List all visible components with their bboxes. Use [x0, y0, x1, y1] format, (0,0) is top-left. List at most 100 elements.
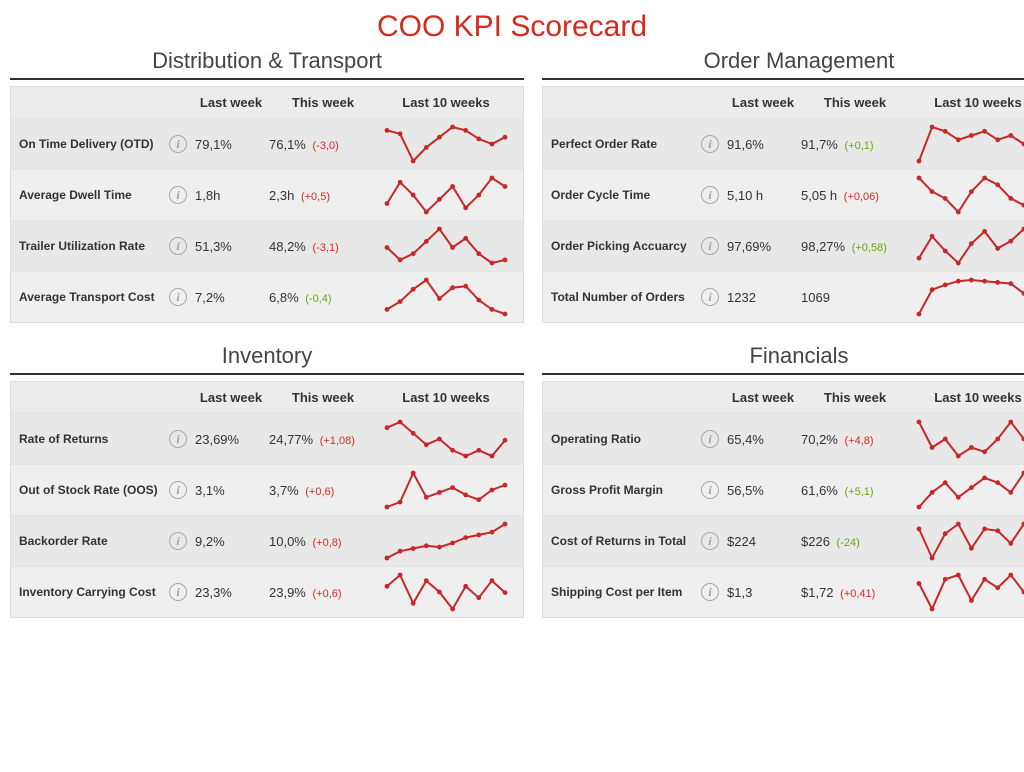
kpi-sparkline: [377, 276, 515, 318]
kpi-this-week: 91,7% (+0,1): [799, 137, 909, 152]
kpi-delta: (+0,41): [840, 588, 875, 600]
sparkline-chart: [383, 469, 509, 511]
kpi-sparkline: [377, 123, 515, 165]
kpi-this-week: 1069: [799, 290, 909, 305]
kpi-delta: (-0,4): [305, 293, 331, 305]
info-icon[interactable]: i: [169, 583, 187, 601]
info-icon[interactable]: i: [169, 288, 187, 306]
info-icon[interactable]: i: [701, 288, 719, 306]
kpi-this-week: 2,3h (+0,5): [267, 188, 377, 203]
kpi-this-week: 98,27% (+0,58): [799, 239, 909, 254]
kpi-sparkline: [909, 571, 1024, 613]
kpi-delta: (-3,0): [313, 140, 339, 152]
kpi-delta: (-24): [837, 537, 860, 549]
sparkline-chart: [915, 123, 1024, 165]
kpi-name: Operating Ratio: [551, 432, 701, 446]
header-this-week: This week: [267, 95, 377, 110]
kpi-row: Average Dwell Time i 1,8h 2,3h (+0,5): [11, 169, 523, 220]
kpi-name: Order Cycle Time: [551, 188, 701, 202]
kpi-row: Perfect Order Rate i 91,6% 91,7% (+0,1): [543, 118, 1024, 169]
info-icon[interactable]: i: [169, 237, 187, 255]
kpi-row: Order Picking Accuarcy i 97,69% 98,27% (…: [543, 220, 1024, 271]
kpi-last-week: 5,10 h: [721, 188, 799, 203]
kpi-this-week: 24,77% (+1,08): [267, 432, 377, 447]
kpi-delta: (+0,58): [852, 242, 887, 254]
header-this-week: This week: [799, 390, 909, 405]
sparkline-chart: [383, 276, 509, 318]
sparkline-chart: [383, 418, 509, 460]
kpi-row: Trailer Utilization Rate i 51,3% 48,2% (…: [11, 220, 523, 271]
kpi-name: Gross Profit Margin: [551, 483, 701, 497]
info-icon[interactable]: i: [701, 135, 719, 153]
kpi-last-week: 3,1%: [189, 483, 267, 498]
kpi-last-week: 23,3%: [189, 585, 267, 600]
info-icon[interactable]: i: [169, 135, 187, 153]
info-icon[interactable]: i: [701, 583, 719, 601]
page-title: COO KPI Scorecard: [10, 10, 1014, 44]
kpi-name: Rate of Returns: [19, 432, 169, 446]
kpi-row: Operating Ratio i 65,4% 70,2% (+4,8): [543, 413, 1024, 464]
info-icon[interactable]: i: [701, 186, 719, 204]
kpi-row: Average Transport Cost i 7,2% 6,8% (-0,4…: [11, 271, 523, 322]
info-icon[interactable]: i: [701, 430, 719, 448]
info-icon[interactable]: i: [169, 532, 187, 550]
kpi-sparkline: [909, 469, 1024, 511]
kpi-name: Shipping Cost per Item: [551, 585, 701, 599]
kpi-row: Backorder Rate i 9,2% 10,0% (+0,8): [11, 515, 523, 566]
rule: [542, 78, 1024, 80]
section-title: Inventory: [10, 343, 524, 369]
kpi-this-week: 10,0% (+0,8): [267, 534, 377, 549]
kpi-delta: (+0,8): [313, 537, 342, 549]
kpi-name: On Time Delivery (OTD): [19, 137, 169, 151]
info-icon[interactable]: i: [701, 237, 719, 255]
info-icon[interactable]: i: [169, 481, 187, 499]
kpi-name: Trailer Utilization Rate: [19, 239, 169, 253]
kpi-name: Total Number of Orders: [551, 290, 701, 304]
kpi-row: On Time Delivery (OTD) i 79,1% 76,1% (-3…: [11, 118, 523, 169]
section: Order Management Last week This week Las…: [542, 48, 1024, 323]
rule: [10, 78, 524, 80]
kpi-delta: (+0,6): [313, 588, 342, 600]
kpi-row: Order Cycle Time i 5,10 h 5,05 h (+0,06): [543, 169, 1024, 220]
kpi-last-week: 51,3%: [189, 239, 267, 254]
header-last-week: Last week: [189, 95, 267, 110]
kpi-last-week: 97,69%: [721, 239, 799, 254]
kpi-delta: (+0,06): [844, 191, 879, 203]
kpi-sparkline: [377, 174, 515, 216]
kpi-name: Cost of Returns in Total: [551, 534, 701, 548]
kpi-this-week: 3,7% (+0,6): [267, 483, 377, 498]
kpi-row: Cost of Returns in Total i $224 $226 (-2…: [543, 515, 1024, 566]
kpi-row: Out of Stock Rate (OOS) i 3,1% 3,7% (+0,…: [11, 464, 523, 515]
kpi-this-week: $226 (-24): [799, 534, 909, 549]
info-icon[interactable]: i: [169, 430, 187, 448]
kpi-sparkline: [909, 276, 1024, 318]
kpi-this-week: 70,2% (+4,8): [799, 432, 909, 447]
kpi-name: Order Picking Accuarcy: [551, 239, 701, 253]
kpi-this-week: 23,9% (+0,6): [267, 585, 377, 600]
kpi-last-week: 9,2%: [189, 534, 267, 549]
info-icon[interactable]: i: [701, 532, 719, 550]
kpi-name: Perfect Order Rate: [551, 137, 701, 151]
kpi-name: Inventory Carrying Cost: [19, 585, 169, 599]
kpi-this-week: 5,05 h (+0,06): [799, 188, 909, 203]
info-icon[interactable]: i: [701, 481, 719, 499]
info-icon[interactable]: i: [169, 186, 187, 204]
kpi-delta: (+0,5): [301, 191, 330, 203]
kpi-name: Out of Stock Rate (OOS): [19, 483, 169, 497]
header-this-week: This week: [799, 95, 909, 110]
header-trend: Last 10 weeks: [377, 390, 515, 405]
kpi-row: Rate of Returns i 23,69% 24,77% (+1,08): [11, 413, 523, 464]
kpi-last-week: $224: [721, 534, 799, 549]
kpi-delta: (+5,1): [845, 486, 874, 498]
panel: Last week This week Last 10 weeks Operat…: [542, 381, 1024, 618]
header-trend: Last 10 weeks: [377, 95, 515, 110]
kpi-last-week: 7,2%: [189, 290, 267, 305]
section: Distribution & Transport Last week This …: [10, 48, 524, 323]
kpi-delta: (+1,08): [320, 435, 355, 447]
sparkline-chart: [383, 174, 509, 216]
header-trend: Last 10 weeks: [909, 95, 1024, 110]
sparkline-chart: [915, 276, 1024, 318]
sparkline-chart: [383, 571, 509, 613]
panel: Last week This week Last 10 weeks Rate o…: [10, 381, 524, 618]
kpi-name: Average Transport Cost: [19, 290, 169, 304]
